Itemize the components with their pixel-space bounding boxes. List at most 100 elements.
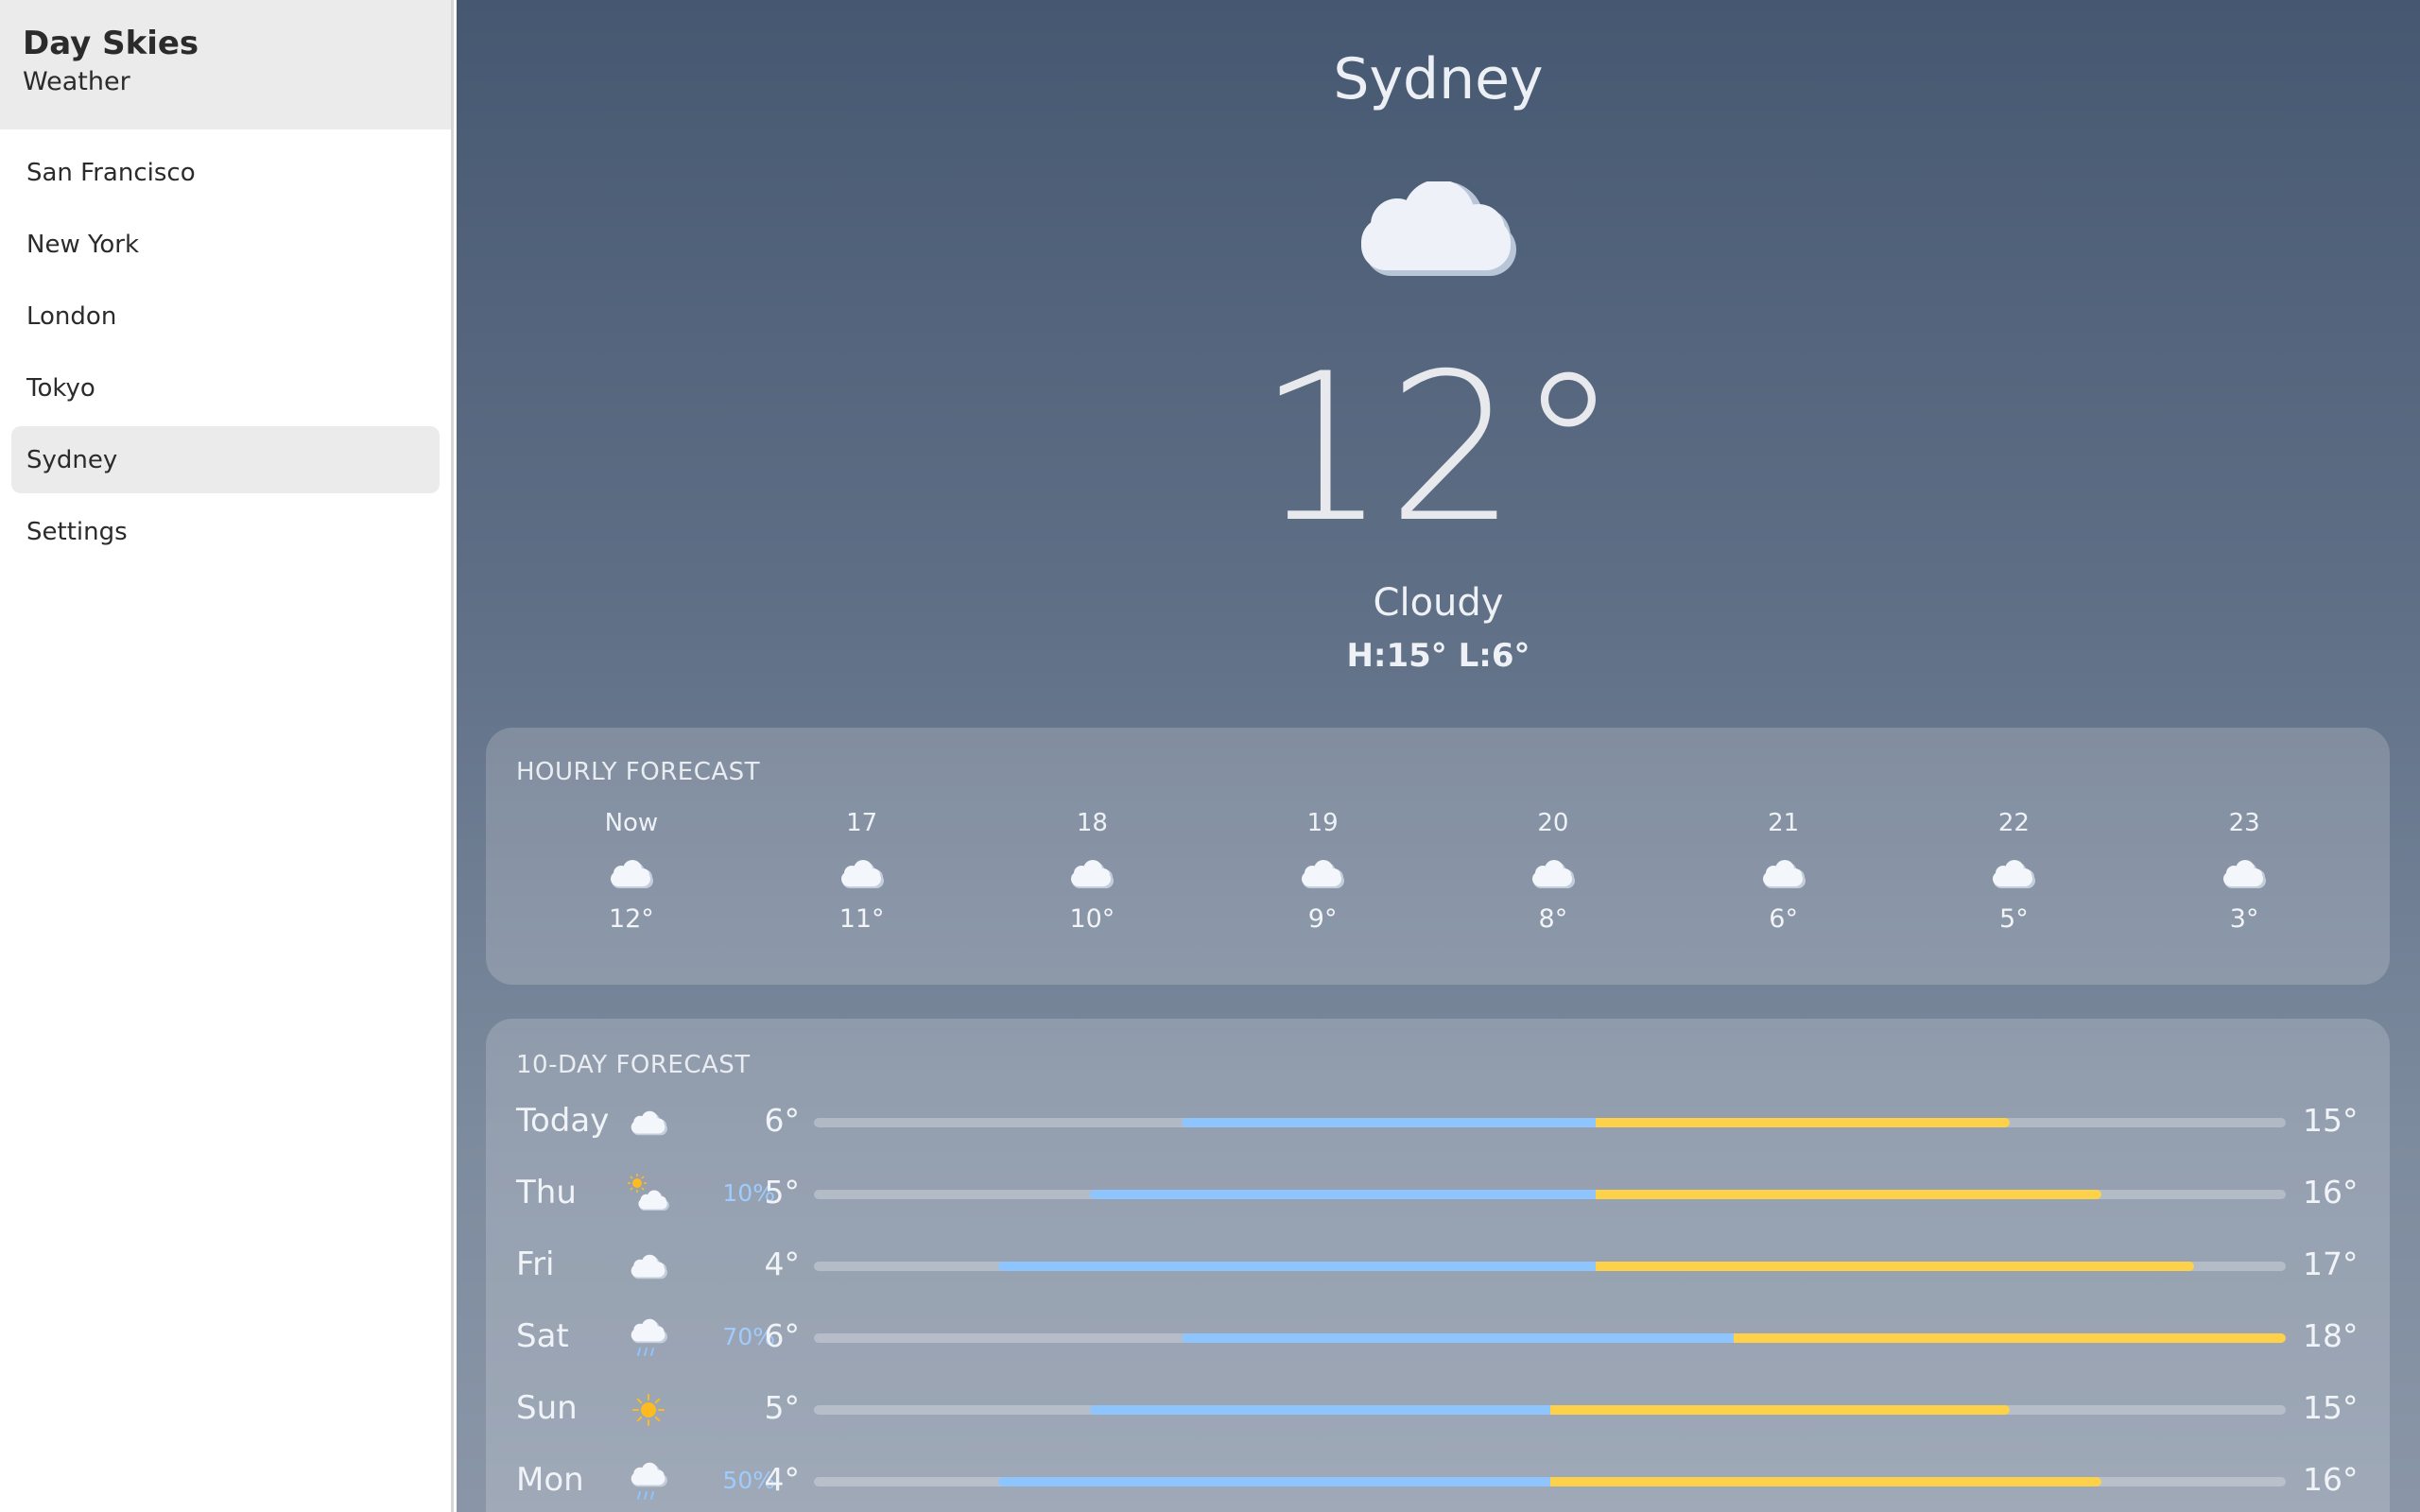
sidebar-item-sydney[interactable]: Sydney [11, 426, 440, 493]
cloud-icon [2221, 858, 2267, 890]
hourly-item: 18 10° [977, 807, 1208, 936]
hour-temperature: 3° [2229, 904, 2259, 934]
cloud-icon [626, 1244, 671, 1289]
daily-forecast-card: 10-DAY FORECAST Today 6° 15° Thu 10% 5° 16° Fri… [486, 1019, 2390, 1512]
hour-temperature: 8° [1538, 904, 1568, 934]
sun-icon [626, 1387, 671, 1433]
hour-label: 17 [846, 809, 878, 837]
cloud-icon [1069, 858, 1115, 890]
day-name: Sun [516, 1389, 578, 1427]
temperature-range-bar [814, 1262, 2286, 1271]
temperature-range-bar [814, 1190, 2286, 1199]
day-name: Today [516, 1102, 610, 1140]
hourly-item: 19 9° [1207, 807, 1438, 936]
day-low-temperature: 5° [764, 1389, 801, 1426]
hourly-forecast-card: HOURLY FORECAST Now 12° 17 11° 18 10° 19 9° 20 8°… [486, 728, 2390, 985]
day-high-temperature: 15° [2303, 1102, 2359, 1139]
hourly-item: Now 12° [516, 807, 747, 936]
cloud-icon [609, 858, 654, 890]
temperature-range-warm [1596, 1262, 2194, 1271]
temperature-range-cold [997, 1477, 1550, 1486]
temperature-range-cold [1089, 1405, 1550, 1415]
day-low-temperature: 4° [764, 1461, 801, 1498]
sidebar-item-label: San Francisco [26, 158, 196, 187]
cloud-icon [1991, 858, 2036, 890]
hourly-item: 22 5° [1899, 807, 2130, 936]
daily-row: Sat 70% 6° 18° [516, 1308, 2360, 1365]
temperature-range-bar [814, 1477, 2286, 1486]
temperature-range-cold [1182, 1118, 1597, 1127]
temperature-range-warm [1734, 1333, 2286, 1343]
cloud-icon [839, 858, 885, 890]
sidebar-nav: San Francisco New York London Tokyo Sydn… [0, 129, 451, 565]
hourly-item: 21 6° [1668, 807, 1899, 936]
temperature-range-cold [997, 1262, 1597, 1271]
high-low-text: H:15° L:6° [1346, 637, 1530, 675]
weather-main: Sydney 12° Cloudy H:15° L:6° HOURLY FORE… [457, 0, 2420, 1512]
day-name: Fri [516, 1246, 555, 1283]
condition-text: Cloudy [1373, 581, 1504, 625]
current-temperature: 12° [1257, 330, 1619, 567]
sidebar-item-label: London [26, 301, 117, 331]
hourly-item: 20 8° [1438, 807, 1668, 936]
rain-icon [626, 1315, 671, 1361]
temperature-range-warm [1549, 1477, 2102, 1486]
day-low-temperature: 5° [764, 1174, 801, 1211]
daily-row: Fri 4° 17° [516, 1236, 2360, 1293]
hourly-item: 17 11° [747, 807, 977, 936]
hour-label: 21 [1768, 809, 1800, 837]
hour-label: 22 [1997, 809, 2030, 837]
day-high-temperature: 16° [2303, 1461, 2359, 1498]
temperature-range-bar [814, 1405, 2286, 1415]
temperature-range-warm [1549, 1405, 2011, 1415]
hourly-item: 23 3° [2129, 807, 2360, 936]
day-name: Thu [516, 1174, 577, 1211]
hour-temperature: 6° [1769, 904, 1798, 934]
day-high-temperature: 16° [2303, 1174, 2359, 1211]
app-title: Day Skies [23, 25, 199, 62]
day-high-temperature: 17° [2303, 1246, 2359, 1282]
hour-temperature: 12° [608, 904, 654, 934]
hour-temperature: 9° [1307, 904, 1338, 934]
hour-label: 20 [1537, 809, 1569, 837]
temperature-range-warm [1596, 1190, 2102, 1199]
hourly-forecast-title: HOURLY FORECAST [516, 758, 761, 786]
cloud-icon [1761, 858, 1806, 890]
temperature-range-bar [814, 1118, 2286, 1127]
sidebar-item-london[interactable]: London [11, 283, 440, 350]
day-high-temperature: 18° [2303, 1317, 2359, 1354]
day-name: Sat [516, 1317, 569, 1355]
daily-row: Mon 50% 4° 16° [516, 1452, 2360, 1508]
hour-temperature: 5° [1999, 904, 2029, 934]
temperature-range-bar [814, 1333, 2286, 1343]
sidebar-item-tokyo[interactable]: Tokyo [11, 354, 440, 421]
cloud-icon [1530, 858, 1576, 890]
partly-cloudy-icon [626, 1172, 671, 1217]
sidebar: Day Skies Weather San Francisco New York… [0, 0, 454, 1512]
sidebar-item-label: Settings [26, 517, 128, 546]
hour-label: 23 [2228, 809, 2260, 837]
cloud-icon [626, 1100, 671, 1145]
cloud-icon [1300, 858, 1345, 890]
day-low-temperature: 6° [764, 1317, 801, 1354]
sidebar-item-san-francisco[interactable]: San Francisco [11, 139, 440, 206]
day-name: Mon [516, 1461, 584, 1499]
daily-row: Today 6° 15° [516, 1092, 2360, 1149]
hour-temperature: 10° [1069, 904, 1115, 934]
daily-row: Thu 10% 5° 16° [516, 1164, 2360, 1221]
sidebar-item-label: Sydney [26, 445, 118, 474]
app-subtitle: Weather [23, 67, 130, 96]
day-low-temperature: 6° [764, 1102, 801, 1139]
daily-row: Sun 5° 15° [516, 1380, 2360, 1436]
sidebar-item-new-york[interactable]: New York [11, 211, 440, 278]
app-header: Day Skies Weather [0, 0, 451, 129]
day-high-temperature: 15° [2303, 1389, 2359, 1426]
daily-forecast-title: 10-DAY FORECAST [516, 1051, 751, 1079]
hour-temperature: 11° [838, 904, 885, 934]
sidebar-item-label: Tokyo [26, 373, 95, 403]
rain-icon [626, 1459, 671, 1504]
city-name: Sydney [1333, 46, 1544, 112]
hour-label: Now [604, 809, 659, 837]
hourly-list: Now 12° 17 11° 18 10° 19 9° 20 8° 21 6° 22 5° 23 3° [516, 807, 2360, 936]
sidebar-item-settings[interactable]: Settings [11, 498, 440, 565]
